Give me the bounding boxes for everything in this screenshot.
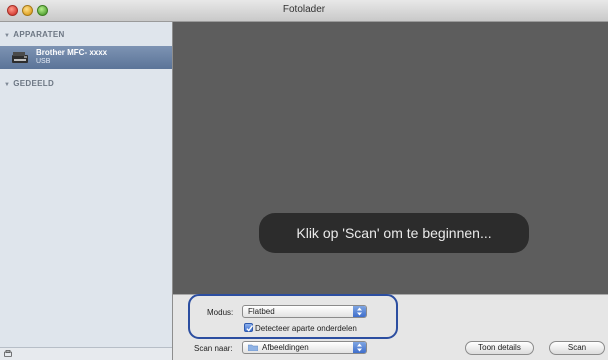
device-connection: USB (36, 58, 51, 65)
disclosure-triangle-icon[interactable]: ▼ (4, 82, 10, 88)
folder-icon (248, 344, 258, 351)
scan-preview-area[interactable]: Klik op 'Scan' om te beginnen... (173, 22, 608, 294)
scan-to-value: Afbeeldingen (262, 343, 309, 352)
popup-arrows-icon (353, 342, 366, 353)
scan-to-label: Scan naar: (194, 344, 233, 353)
section-apparaten[interactable]: ▼ APPARATEN (4, 30, 65, 39)
highlight-outline (188, 294, 398, 339)
section-label: APPARATEN (13, 30, 65, 39)
scanner-icon (12, 52, 28, 63)
show-details-button[interactable]: Toon details (465, 341, 534, 355)
section-label: GEDEELD (13, 79, 55, 88)
section-gedeeld[interactable]: ▼ GEDEELD (4, 79, 54, 88)
title-bar: Fotolader (0, 0, 608, 22)
sidebar-footer (0, 347, 172, 360)
scan-button[interactable]: Scan (549, 341, 605, 355)
disclosure-triangle-icon[interactable]: ▼ (4, 33, 10, 39)
device-item-brother[interactable]: Brother MFC- xxxx USB (0, 46, 172, 69)
sidebar: ▼ APPARATEN Brother MFC- xxxx USB ▼ GEDEEL… (0, 22, 173, 360)
scan-to-popup[interactable]: Afbeeldingen (242, 341, 367, 354)
start-scan-message: Klik op 'Scan' om te beginnen... (259, 213, 529, 253)
window-title: Fotolader (282, 4, 326, 15)
device-action-icon[interactable] (4, 350, 12, 357)
device-name: Brother MFC- xxxx (36, 48, 108, 57)
